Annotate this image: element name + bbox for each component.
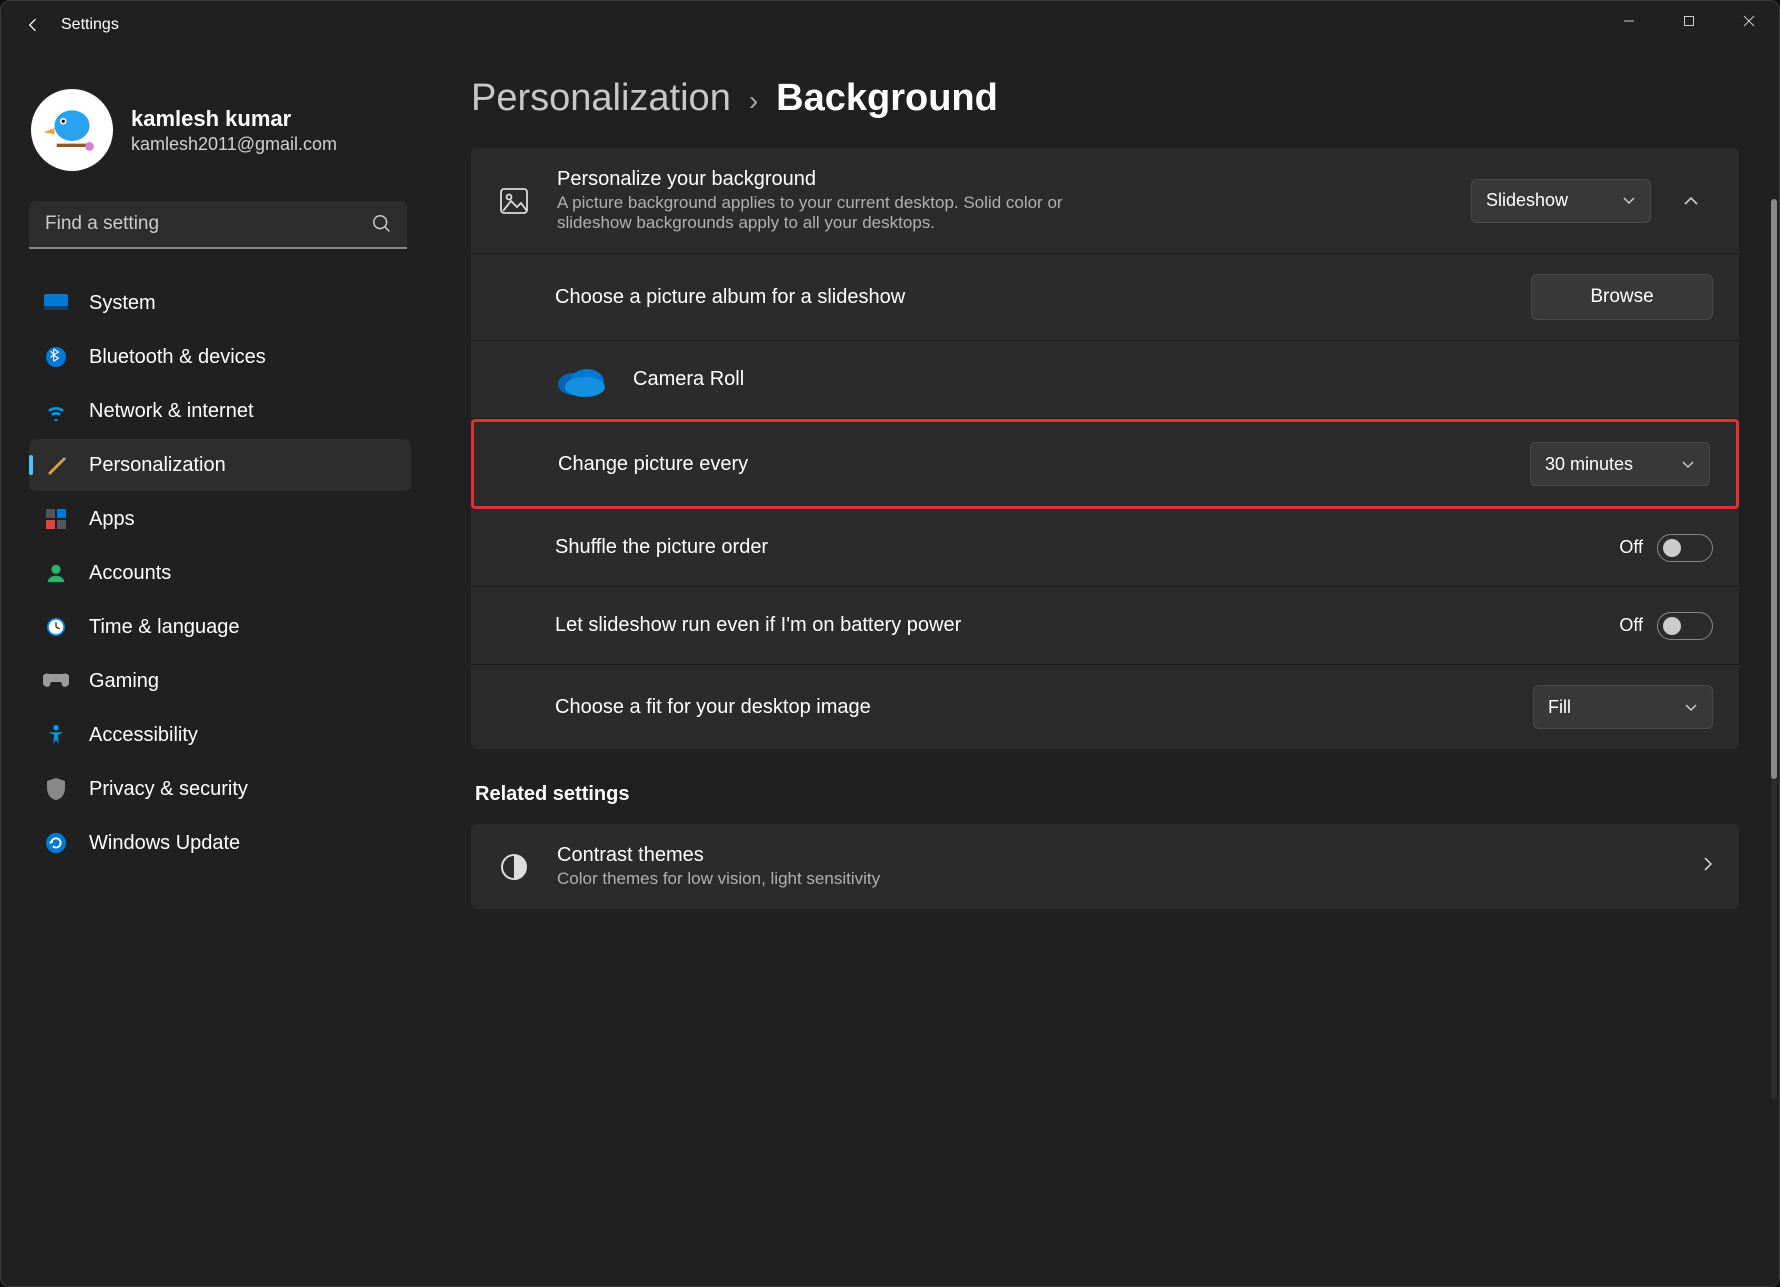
battery-toggle[interactable] bbox=[1657, 612, 1713, 640]
row-fit: Choose a fit for your desktop image Fill bbox=[471, 665, 1739, 749]
minimize-button[interactable] bbox=[1599, 1, 1659, 41]
nav-network[interactable]: Network & internet bbox=[29, 385, 411, 437]
interval-dropdown[interactable]: 30 minutes bbox=[1530, 442, 1710, 486]
row-battery: Let slideshow run even if I'm on battery… bbox=[471, 587, 1739, 665]
nav-apps[interactable]: Apps bbox=[29, 493, 411, 545]
nav-accounts[interactable]: Accounts bbox=[29, 547, 411, 599]
user-block[interactable]: kamlesh kumar kamlesh2011@gmail.com bbox=[29, 69, 411, 201]
row-title: Personalize your background bbox=[557, 168, 1471, 191]
nav-time[interactable]: Time & language bbox=[29, 601, 411, 653]
fit-dropdown[interactable]: Fill bbox=[1533, 685, 1713, 729]
bluetooth-icon bbox=[43, 344, 69, 370]
row-title: Change picture every bbox=[558, 453, 1530, 476]
dropdown-value: Slideshow bbox=[1486, 190, 1568, 211]
breadcrumb-current: Background bbox=[776, 77, 998, 120]
nav-label: Accessibility bbox=[89, 724, 198, 747]
picture-icon bbox=[497, 184, 531, 218]
row-desc: A picture background applies to your cur… bbox=[557, 193, 1117, 233]
window-title: Settings bbox=[61, 16, 119, 34]
close-button[interactable] bbox=[1719, 1, 1779, 41]
row-desc: Color themes for low vision, light sensi… bbox=[557, 869, 1117, 889]
dropdown-value: 30 minutes bbox=[1545, 454, 1633, 475]
breadcrumb: Personalization › Background bbox=[471, 77, 1739, 120]
search-input[interactable] bbox=[29, 201, 407, 249]
search-icon bbox=[371, 213, 393, 240]
related-panel: Contrast themes Color themes for low vis… bbox=[471, 824, 1739, 909]
nav-label: Time & language bbox=[89, 616, 239, 639]
nav-personalization[interactable]: Personalization bbox=[29, 439, 411, 491]
titlebar: Settings bbox=[1, 1, 1779, 49]
settings-window: Settings kamlesh kumar kamlesh2011@gmail… bbox=[0, 0, 1780, 1287]
shuffle-toggle[interactable] bbox=[1657, 534, 1713, 562]
related-heading: Related settings bbox=[475, 783, 1739, 806]
nav-privacy[interactable]: Privacy & security bbox=[29, 763, 411, 815]
row-title: Contrast themes bbox=[557, 844, 1703, 867]
row-change-picture-every: Change picture every 30 minutes bbox=[471, 419, 1739, 509]
person-icon bbox=[43, 560, 69, 586]
contrast-icon bbox=[497, 850, 531, 884]
window-controls bbox=[1599, 1, 1779, 41]
chevron-down-icon bbox=[1681, 454, 1695, 475]
chevron-right-icon bbox=[1703, 856, 1713, 877]
row-title: Shuffle the picture order bbox=[555, 536, 1619, 559]
toggle-state: Off bbox=[1619, 537, 1643, 558]
clock-icon bbox=[43, 614, 69, 640]
user-email: kamlesh2011@gmail.com bbox=[131, 134, 337, 155]
maximize-button[interactable] bbox=[1659, 1, 1719, 41]
user-name: kamlesh kumar bbox=[131, 106, 337, 132]
row-title: Let slideshow run even if I'm on battery… bbox=[555, 614, 1075, 637]
row-contrast-themes[interactable]: Contrast themes Color themes for low vis… bbox=[471, 824, 1739, 909]
row-title: Choose a fit for your desktop image bbox=[555, 696, 1533, 719]
browse-button[interactable]: Browse bbox=[1531, 274, 1713, 320]
onedrive-icon bbox=[555, 362, 605, 398]
nav-gaming[interactable]: Gaming bbox=[29, 655, 411, 707]
row-current-album[interactable]: Camera Roll bbox=[471, 341, 1739, 419]
shield-icon bbox=[43, 776, 69, 802]
nav-label: Gaming bbox=[89, 670, 159, 693]
nav-label: Privacy & security bbox=[89, 778, 248, 801]
nav-label: Personalization bbox=[89, 454, 226, 477]
row-shuffle: Shuffle the picture order Off bbox=[471, 509, 1739, 587]
breadcrumb-parent[interactable]: Personalization bbox=[471, 77, 731, 120]
album-name: Camera Roll bbox=[633, 368, 744, 391]
accessibility-icon bbox=[43, 722, 69, 748]
nav-accessibility[interactable]: Accessibility bbox=[29, 709, 411, 761]
collapse-button[interactable] bbox=[1669, 179, 1713, 223]
gamepad-icon bbox=[43, 668, 69, 694]
chevron-down-icon bbox=[1684, 697, 1698, 718]
back-button[interactable] bbox=[13, 5, 53, 45]
chevron-down-icon bbox=[1622, 190, 1636, 211]
update-icon bbox=[43, 830, 69, 856]
paint-icon bbox=[43, 452, 69, 478]
background-type-dropdown[interactable]: Slideshow bbox=[1471, 179, 1651, 223]
row-title: Choose a picture album for a slideshow bbox=[555, 286, 1531, 309]
nav-update[interactable]: Windows Update bbox=[29, 817, 411, 869]
toggle-state: Off bbox=[1619, 615, 1643, 636]
background-panel: Personalize your background A picture ba… bbox=[471, 148, 1739, 749]
nav-label: Accounts bbox=[89, 562, 171, 585]
nav-bluetooth[interactable]: Bluetooth & devices bbox=[29, 331, 411, 383]
nav: System Bluetooth & devices Network & int… bbox=[29, 277, 411, 869]
wifi-icon bbox=[43, 398, 69, 424]
apps-icon bbox=[43, 506, 69, 532]
row-personalize-background: Personalize your background A picture ba… bbox=[471, 148, 1739, 254]
chevron-right-icon: › bbox=[749, 85, 758, 117]
nav-label: System bbox=[89, 292, 156, 315]
dropdown-value: Fill bbox=[1548, 697, 1571, 718]
monitor-icon bbox=[43, 290, 69, 316]
nav-label: Bluetooth & devices bbox=[89, 346, 266, 369]
nav-label: Apps bbox=[89, 508, 135, 531]
row-choose-album: Choose a picture album for a slideshow B… bbox=[471, 254, 1739, 341]
content: kamlesh kumar kamlesh2011@gmail.com Syst… bbox=[1, 49, 1779, 1286]
sidebar: kamlesh kumar kamlesh2011@gmail.com Syst… bbox=[1, 49, 421, 1286]
nav-label: Windows Update bbox=[89, 832, 240, 855]
avatar bbox=[31, 89, 113, 171]
main: Personalization › Background Personalize… bbox=[421, 49, 1779, 1286]
nav-label: Network & internet bbox=[89, 400, 254, 423]
scrollbar-thumb[interactable] bbox=[1771, 199, 1777, 779]
search-box bbox=[29, 201, 407, 249]
nav-system[interactable]: System bbox=[29, 277, 411, 329]
